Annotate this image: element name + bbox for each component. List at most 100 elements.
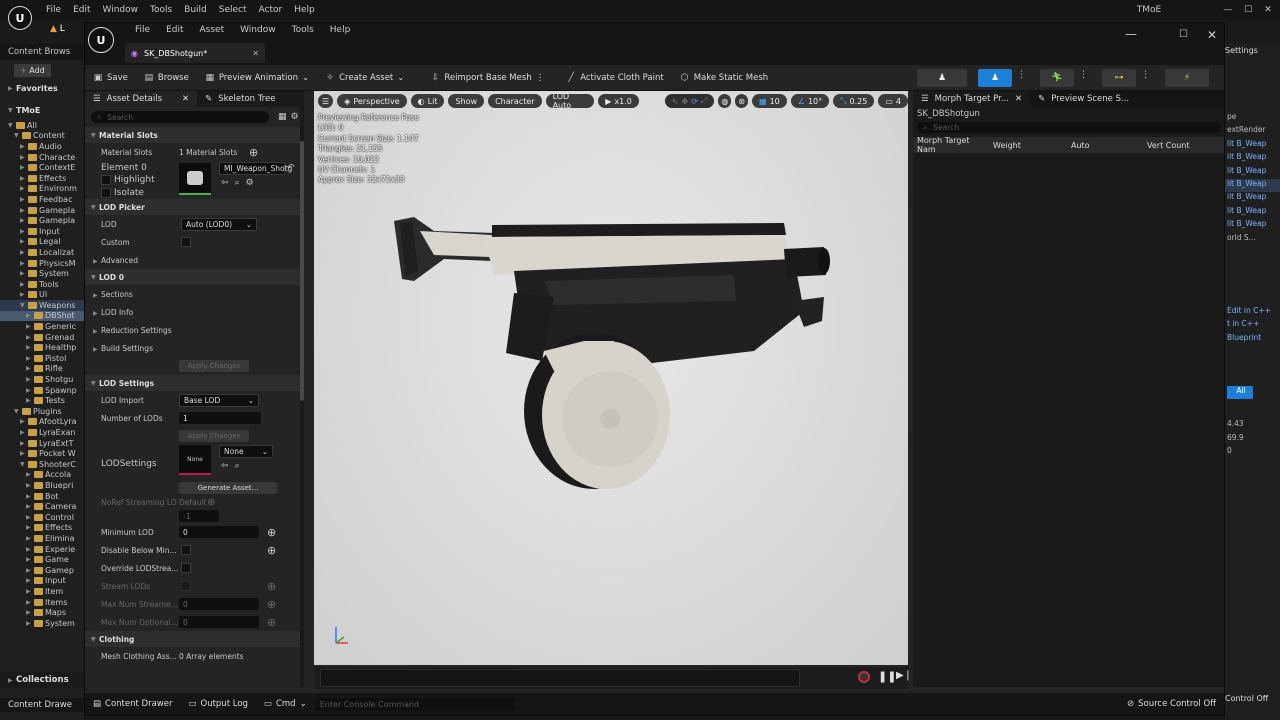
bg-tree-folder[interactable]: ▶ Effects: [0, 523, 84, 534]
material-options-icon[interactable]: ⚙: [246, 178, 254, 188]
rotate-icon[interactable]: ⟳: [691, 97, 698, 106]
reset-icon[interactable]: ↶: [287, 163, 295, 173]
bg-tree-folder[interactable]: ▶ Items: [0, 597, 84, 608]
reduction-settings-group[interactable]: ▶ Reduction Settings: [93, 326, 172, 335]
select-icon[interactable]: ↖: [672, 97, 679, 106]
details-scrollbar[interactable]: [300, 91, 304, 687]
save-button[interactable]: ▣ Save: [85, 67, 136, 89]
menu-edit[interactable]: Edit: [158, 25, 191, 35]
gear-icon[interactable]: ⚙: [291, 112, 299, 122]
morph-search-input[interactable]: ⌕ Search: [917, 122, 1221, 133]
add-slot-icon[interactable]: ⊕: [249, 146, 258, 159]
skeleton-mode-button[interactable]: ♟: [917, 69, 967, 87]
isolate-checkbox[interactable]: [101, 188, 111, 198]
minimum-lod-input[interactable]: 0: [179, 526, 259, 538]
more-options-icon[interactable]: ⋮: [1079, 70, 1088, 80]
generate-asset-button[interactable]: Generate Asset...: [179, 482, 277, 494]
bg-tree-folder[interactable]: ▶ Accola: [0, 470, 84, 481]
menu-help[interactable]: Help: [322, 25, 359, 35]
bg-right-item[interactable]: Blueprint: [1225, 333, 1280, 346]
character-button[interactable]: Character: [488, 94, 542, 108]
bg-tree-folder[interactable]: ▶ Elimina: [0, 533, 84, 544]
browse-button[interactable]: ▤ Browse: [136, 67, 197, 89]
bg-tree-folder[interactable]: ▶ Generic: [0, 321, 84, 332]
bg-right-item[interactable]: lit B_Weap: [1225, 152, 1280, 165]
bg-tree-folder[interactable]: ▶ Maps: [0, 607, 84, 618]
highlight-checkbox[interactable]: [101, 175, 111, 185]
scale-icon[interactable]: ⤢: [701, 96, 707, 106]
bg-tree-folder[interactable]: ▶ Audio: [0, 141, 84, 152]
bg-right-item[interactable]: lit B_Weap: [1225, 139, 1280, 152]
viewport-menu-button[interactable]: ☰: [318, 94, 334, 108]
table-view-icon[interactable]: ▦: [278, 112, 287, 122]
more-options-icon[interactable]: ⋮: [1017, 70, 1026, 80]
bg-project-root[interactable]: ▼ TMoE: [0, 102, 84, 118]
rotation-snap-button[interactable]: ∠ 10°: [790, 94, 830, 108]
bg-tree-folder[interactable]: ▶ LyraExan: [0, 427, 84, 438]
use-selected-icon[interactable]: ⇦: [221, 461, 229, 471]
bg-right-item[interactable]: orld S...: [1225, 233, 1280, 246]
bg-content-drawer[interactable]: Content Drawe: [0, 698, 84, 712]
bg-tree-folder[interactable]: ▶ Item: [0, 586, 84, 597]
bg-tree-folder[interactable]: ▶ Rifle: [0, 364, 84, 375]
sections-group[interactable]: ▶ Sections: [93, 290, 133, 299]
col-morph-target-name[interactable]: Morph Target Nam: [913, 136, 989, 154]
bg-source-control[interactable]: Control Off: [1225, 694, 1268, 703]
bg-tree-folder[interactable]: ▶ Experie: [0, 544, 84, 555]
preview-animation-button[interactable]: ▦ Preview Animation ⌄: [197, 67, 317, 89]
blueprint-mode-button[interactable]: ⊶: [1102, 69, 1136, 87]
pause-icon[interactable]: ❚❚: [878, 670, 896, 683]
custom-checkbox[interactable]: [181, 237, 191, 247]
play-forward-icon[interactable]: ▶❘: [896, 670, 912, 681]
cmd-button[interactable]: ▭ Cmd ⌄: [256, 699, 315, 709]
bg-menu-edit[interactable]: Edit: [73, 5, 90, 15]
bg-tree-folder[interactable]: ▶ Feedbac: [0, 194, 84, 205]
bg-tree-folder[interactable]: ▶ Shotgu: [0, 374, 84, 385]
disable-below-min-checkbox[interactable]: [181, 545, 191, 555]
close-icon[interactable]: ✕: [182, 94, 189, 104]
bg-right-item[interactable]: Edit in C++: [1225, 306, 1280, 319]
world-local-button[interactable]: ◍: [718, 94, 732, 108]
col-weight[interactable]: Weight: [989, 141, 1067, 150]
bg-tree-folder[interactable]: ▶ Legal: [0, 237, 84, 248]
menu-window[interactable]: Window: [232, 25, 284, 35]
animation-mode-button[interactable]: 🏃︎: [1040, 69, 1074, 87]
bg-tree-folder[interactable]: ▶ Bot: [0, 491, 84, 502]
bg-add-button[interactable]: + Add: [0, 60, 84, 80]
bg-right-item[interactable]: t in C++: [1225, 319, 1280, 332]
tab-asset-details[interactable]: ☰ Asset Details ✕: [85, 91, 198, 107]
bg-menu-tools[interactable]: Tools: [150, 5, 172, 15]
col-auto[interactable]: Auto: [1067, 141, 1143, 150]
bg-tree-folder[interactable]: ▶ PhysicsM: [0, 258, 84, 269]
bg-collections[interactable]: ▶ Collections: [0, 672, 84, 688]
section-lod0[interactable]: ▼ LOD 0: [85, 269, 300, 285]
add-icon[interactable]: ⊕: [207, 497, 215, 508]
build-settings-group[interactable]: ▶ Build Settings: [93, 344, 153, 353]
menu-file[interactable]: File: [127, 25, 158, 35]
bg-right-item[interactable]: 0: [1225, 446, 1280, 459]
bg-tree-folder[interactable]: ▶ DBShot: [0, 310, 84, 322]
add-icon[interactable]: ⊕: [267, 526, 276, 539]
lodsettings-picker[interactable]: None ⌄: [219, 445, 273, 458]
bg-tree-folder[interactable]: ▶ Bluepri: [0, 480, 84, 491]
bg-minimize-icon[interactable]: —: [1223, 5, 1232, 15]
bg-tree-folder[interactable]: ▼ ShooterC: [0, 459, 84, 470]
override-lodstream-checkbox[interactable]: [181, 563, 191, 573]
bg-tree-folder[interactable]: ▶ System: [0, 618, 84, 629]
bg-tree-folder[interactable]: ▼ Plugins: [0, 406, 84, 417]
material-thumbnail[interactable]: [179, 163, 211, 195]
bg-right-item[interactable]: lit B_Weap: [1225, 206, 1280, 219]
apply-changes-button[interactable]: Apply Changes: [179, 360, 249, 372]
timeline-track[interactable]: [320, 669, 800, 687]
section-clothing[interactable]: ▼ Clothing: [85, 631, 300, 647]
bg-right-item[interactable]: lit B_Weap: [1225, 219, 1280, 232]
bg-menu-select[interactable]: Select: [219, 5, 247, 15]
camera-speed-button[interactable]: ▭ 4: [878, 94, 908, 108]
maximize-icon[interactable]: ☐: [1179, 29, 1188, 40]
bg-tree-folder[interactable]: ▶ Tools: [0, 279, 84, 290]
bg-tree-folder[interactable]: ▶ Grenad: [0, 332, 84, 343]
lod-import-dropdown[interactable]: Base LOD ⌄: [179, 393, 259, 407]
bg-tree-folder[interactable]: ▶ Pocket W: [0, 448, 84, 459]
section-lod-picker[interactable]: ▼ LOD Picker: [85, 199, 300, 215]
console-command-input[interactable]: Enter Console Command: [314, 697, 515, 711]
